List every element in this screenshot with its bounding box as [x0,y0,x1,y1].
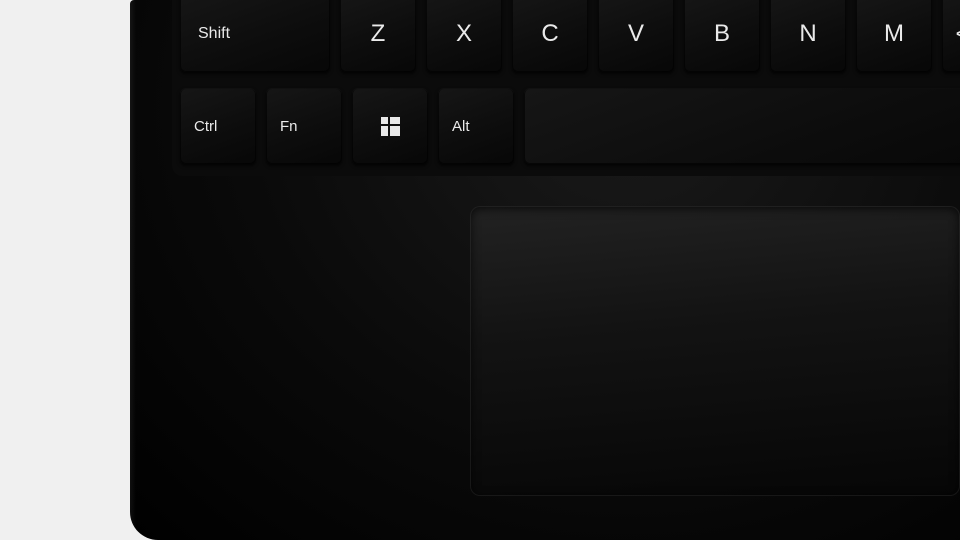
key-v[interactable]: V [598,0,674,72]
key-label: Shift [198,25,230,43]
chassis-left-edge [130,0,136,540]
trackpad[interactable] [470,206,960,496]
key-label: X [456,20,472,48]
key-angle-bracket[interactable]: < [942,0,960,72]
key-label: B [714,20,730,48]
key-label: M [884,20,904,48]
keyboard-area: Shift Z X C V B N M < Ctrl Fn Alt [172,0,960,176]
key-label: Ctrl [194,118,217,135]
key-x[interactable]: X [426,0,502,72]
key-label: N [799,20,816,48]
key-shift[interactable]: Shift [180,0,330,72]
key-b[interactable]: B [684,0,760,72]
key-label: Alt [452,118,470,135]
key-c[interactable]: C [512,0,588,72]
laptop-chassis: Shift Z X C V B N M < Ctrl Fn Alt [130,0,960,540]
key-fn[interactable]: Fn [266,88,342,164]
key-label: C [541,20,558,48]
key-ctrl[interactable]: Ctrl [180,88,256,164]
key-label: V [628,20,644,48]
windows-icon [381,117,399,135]
key-m[interactable]: M [856,0,932,72]
key-label: Fn [280,118,298,135]
key-label: < [956,21,960,47]
key-row-bottom: Ctrl Fn Alt [180,88,960,164]
key-row-shift: Shift Z X C V B N M < [180,0,960,72]
key-z[interactable]: Z [340,0,416,72]
key-space[interactable] [524,88,960,164]
key-label: Z [371,20,386,48]
key-n[interactable]: N [770,0,846,72]
key-alt[interactable]: Alt [438,88,514,164]
key-windows[interactable] [352,88,428,164]
